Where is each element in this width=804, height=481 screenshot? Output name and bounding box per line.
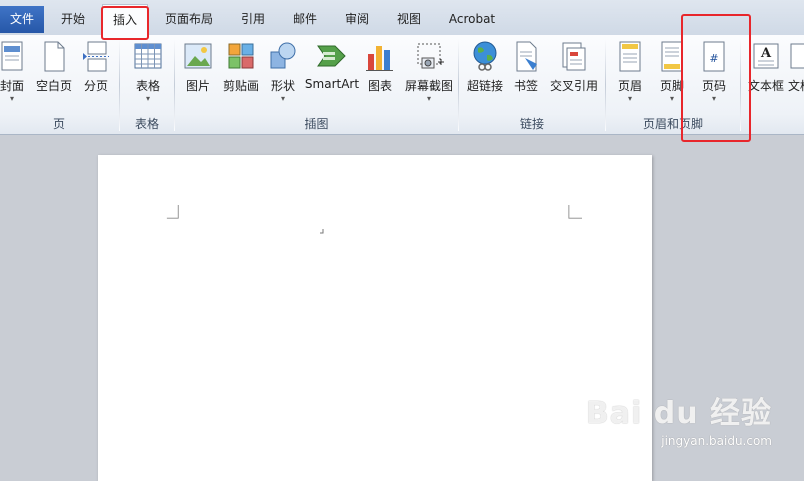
svg-text:A: A xyxy=(760,46,772,61)
quick-parts-button[interactable]: 文档 xyxy=(788,40,804,120)
smartart-button[interactable]: SmartArt xyxy=(304,40,360,120)
highlight-page-number xyxy=(681,14,751,142)
clipart-button[interactable]: 剪贴画 xyxy=(220,40,262,120)
tab-references[interactable]: 引用 xyxy=(232,4,274,35)
clipart-icon xyxy=(228,43,254,69)
picture-icon xyxy=(184,43,212,69)
baidu-jingyan-watermark: Bai du 经验 jingyan.baidu.com xyxy=(585,396,772,448)
page-break-button[interactable]: 分页 xyxy=(80,40,112,120)
table-icon xyxy=(134,43,162,69)
tab-mailings[interactable]: 邮件 xyxy=(284,4,326,35)
margin-corner-top-left xyxy=(166,205,179,219)
smartart-icon xyxy=(317,45,346,67)
blank-page-icon xyxy=(44,41,65,72)
tab-file[interactable]: 文件 xyxy=(0,6,44,33)
shapes-icon xyxy=(270,42,296,69)
cover-page-icon xyxy=(1,41,23,71)
screenshot-icon xyxy=(417,43,444,69)
tab-review[interactable]: 审阅 xyxy=(336,4,378,35)
page-break-icon xyxy=(83,41,109,72)
cross-reference-icon xyxy=(562,42,586,71)
tab-page-layout[interactable]: 页面布局 xyxy=(156,4,222,35)
tab-view[interactable]: 视图 xyxy=(388,4,430,35)
tab-acrobat[interactable]: Acrobat xyxy=(442,4,502,35)
highlight-insert-tab xyxy=(101,6,149,40)
margin-corner-top-right xyxy=(568,205,582,219)
document-page[interactable] xyxy=(98,155,652,481)
table-button[interactable]: 表格 ▾ xyxy=(128,40,168,120)
paragraph-mark-icon xyxy=(320,229,324,234)
group-label-tables: 表格 xyxy=(134,117,159,131)
shapes-button[interactable]: 形状 ▾ xyxy=(266,40,300,120)
bar-chart-icon xyxy=(366,46,393,71)
header-button[interactable]: 页眉 ▾ xyxy=(612,40,648,120)
bookmark-button[interactable]: 书签 xyxy=(510,40,542,120)
chart-button[interactable]: 图表 xyxy=(364,40,396,120)
textbox-icon: A xyxy=(753,43,779,69)
bookmark-icon xyxy=(516,41,537,72)
cross-reference-button[interactable]: 交叉引用 xyxy=(546,40,602,120)
group-label-links: 链接 xyxy=(519,117,544,131)
globe-link-icon xyxy=(473,41,497,71)
header-icon xyxy=(619,41,641,72)
tab-home[interactable]: 开始 xyxy=(52,4,94,35)
screenshot-button[interactable]: 屏幕截图 ▾ xyxy=(402,40,456,120)
blank-page-button[interactable]: 空白页 xyxy=(34,40,74,120)
picture-button[interactable]: 图片 xyxy=(180,40,216,120)
cover-page-button[interactable]: 封面 ▾ xyxy=(0,40,30,120)
textbox-button[interactable]: A 文本框 xyxy=(746,40,786,120)
group-label-pages: 页 xyxy=(52,117,65,131)
hyperlink-button[interactable]: 超链接 xyxy=(464,40,506,120)
quick-parts-icon xyxy=(790,43,804,69)
group-label-illustrations: 插图 xyxy=(304,117,329,131)
